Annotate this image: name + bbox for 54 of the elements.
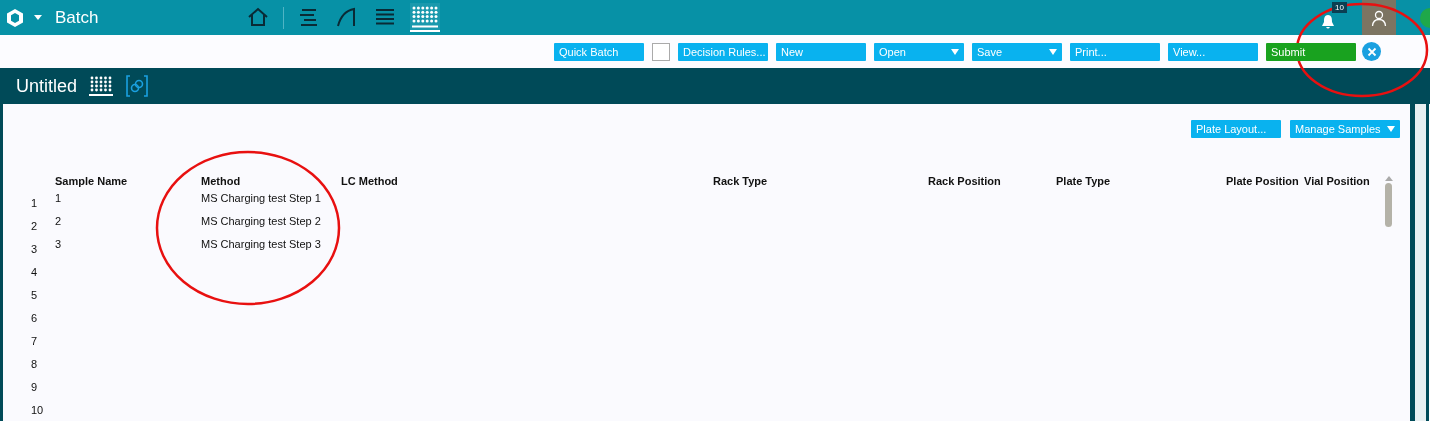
dropdown-button[interactable]: Open	[874, 42, 964, 61]
close-icon	[1366, 46, 1377, 57]
user-icon	[1371, 9, 1387, 26]
caret-icon[interactable]	[34, 15, 42, 20]
row-number: 6	[31, 312, 38, 325]
caret-icon	[1387, 126, 1395, 132]
row-number: 8	[31, 358, 38, 371]
table-cell: MS Charging test Step 3	[201, 238, 321, 250]
document-title: Untitled	[16, 75, 78, 97]
toolbar-button[interactable]: Print...	[1070, 42, 1160, 61]
hexagon-logo-icon[interactable]	[5, 7, 25, 28]
link-icon[interactable]	[125, 74, 150, 98]
toolbar-button[interactable]: New	[776, 42, 866, 61]
notification-badge: 10	[1332, 2, 1347, 13]
row-number: 10	[31, 404, 44, 417]
dropdown-button[interactable]: Save	[972, 42, 1062, 61]
caret-icon	[1049, 48, 1057, 55]
dot-grid-icon[interactable]	[410, 3, 440, 32]
column-header[interactable]: Method	[201, 175, 241, 187]
app-title: Batch	[55, 7, 100, 28]
column-header[interactable]: Plate Position	[1226, 175, 1299, 187]
close-button[interactable]	[1362, 42, 1381, 61]
column-header[interactable]: LC Method	[341, 175, 398, 187]
table-cell: 3	[55, 238, 62, 250]
row-number: 3	[31, 243, 38, 256]
submit-button[interactable]: Submit	[1266, 42, 1356, 61]
toolbar-button[interactable]: Quick Batch	[554, 42, 644, 61]
row-number: 4	[31, 266, 38, 279]
status-indicator	[1420, 7, 1430, 28]
scrollbar[interactable]	[1384, 176, 1393, 227]
toolbar-button[interactable]: Decision Rules...	[678, 42, 768, 61]
dot-grid-icon[interactable]	[89, 75, 114, 97]
row-number: 5	[31, 289, 38, 302]
column-header[interactable]: Plate Type	[1056, 175, 1111, 187]
row-number: 1	[31, 197, 38, 210]
user-button[interactable]	[1362, 0, 1396, 35]
scroll-up-icon[interactable]	[1384, 176, 1393, 181]
table-cell: 1	[55, 192, 62, 204]
table-cell: 2	[55, 215, 62, 227]
row-number: 9	[31, 381, 38, 394]
column-header[interactable]: Sample Name	[55, 175, 128, 187]
table-cell: MS Charging test Step 2	[201, 215, 321, 227]
dropdown-button[interactable]: Manage Samples	[1290, 120, 1400, 138]
column-header[interactable]: Vial Position	[1304, 175, 1370, 187]
row-number: 2	[31, 220, 38, 233]
row-number: 7	[31, 335, 38, 348]
column-header[interactable]: Rack Position	[928, 175, 1001, 187]
panel-button[interactable]: Plate Layout...	[1191, 120, 1281, 138]
checkbox[interactable]	[652, 42, 670, 61]
toolbar-button[interactable]: View...	[1168, 42, 1258, 61]
caret-icon	[951, 48, 959, 55]
bell-icon[interactable]	[1320, 13, 1336, 30]
column-header[interactable]: Rack Type	[713, 175, 768, 187]
table-cell: MS Charging test Step 1	[201, 192, 321, 204]
